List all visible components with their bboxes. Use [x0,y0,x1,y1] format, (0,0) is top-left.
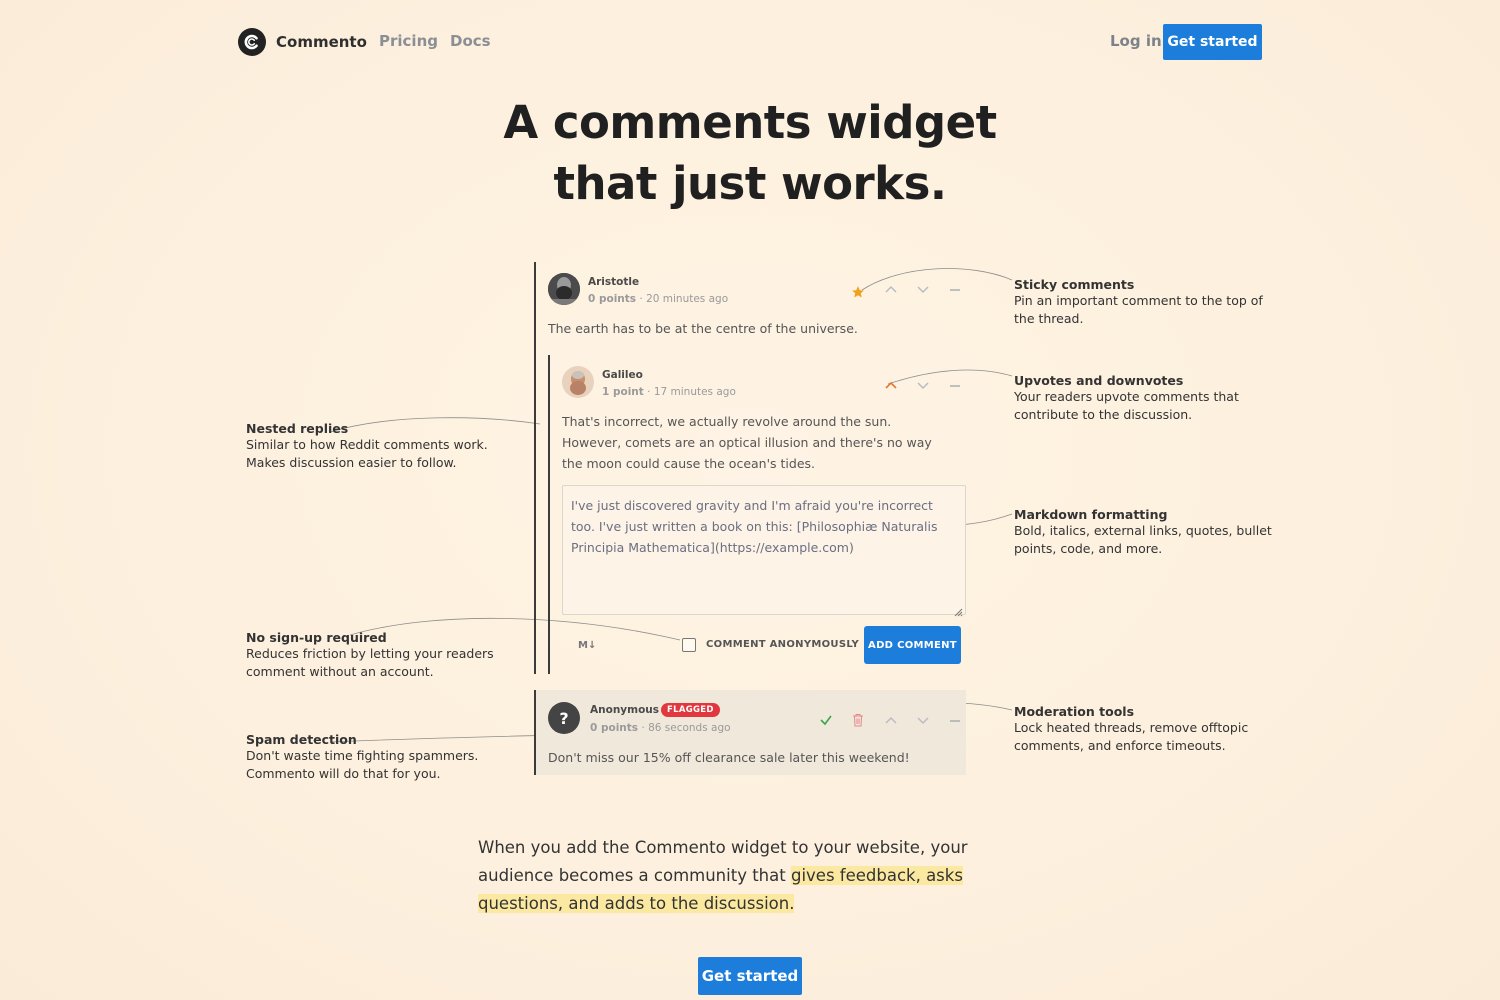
feature-desc-line: Bold, italics, external links, quotes, b… [1014,523,1272,538]
feature-desc-line: Commento will do that for you. [246,766,441,781]
comment-points: 0 points [588,293,637,305]
comment-body: Don't miss our 15% off clearance sale la… [548,750,910,765]
flagged-badge: FLAGGED [661,703,720,717]
anonymous-avatar-icon: ? [548,702,580,734]
feature-desc-line: Lock heated threads, remove offtopic [1014,720,1249,735]
feature-title: Upvotes and downvotes [1014,373,1184,388]
comment-time: 86 seconds ago [648,722,731,734]
login-link[interactable]: Log in [1110,32,1162,50]
nav-link-pricing[interactable]: Pricing [379,32,438,50]
feature-sticky-comments: Sticky comments Pin an important comment… [1014,277,1263,328]
feature-desc-line: comments, and enforce timeouts. [1014,738,1226,753]
feature-spam-detection: Spam detection Don't waste time fighting… [246,732,478,783]
downvote-icon[interactable] [916,712,930,731]
get-started-button[interactable]: Get started [1163,24,1262,60]
comment-author[interactable]: Aristotle [588,276,639,288]
upvote-active-icon[interactable] [884,377,898,396]
feature-desc-line: comment without an account. [246,664,434,679]
meta-separator: · [647,386,654,398]
comment-author[interactable]: Galileo [602,369,643,381]
downvote-icon[interactable] [916,282,930,300]
upvote-icon[interactable] [884,712,898,731]
collapse-icon[interactable] [948,377,962,396]
brand-name: Commento [276,33,367,51]
comment-points: 0 points [590,722,639,734]
hero-line-2: that just works. [553,157,947,210]
thread-line-nested [548,355,550,674]
comment-points: 1 point [602,386,644,398]
bottom-get-started-button[interactable]: Get started [698,957,802,995]
reply-textarea-value[interactable]: I've just discovered gravity and I'm afr… [571,495,957,558]
approve-check-icon[interactable] [819,712,833,731]
add-comment-button[interactable]: ADD COMMENT [864,626,961,664]
sticky-star-icon[interactable] [851,284,865,303]
reply-textarea[interactable]: I've just discovered gravity and I'm afr… [562,485,966,617]
upvote-icon[interactable] [884,282,898,300]
feature-desc-line: Makes discussion easier to follow. [246,455,457,470]
collapse-icon[interactable] [948,282,962,300]
resize-grip-icon[interactable] [953,602,963,617]
feature-votes: Upvotes and downvotes Your readers upvot… [1014,373,1239,424]
feature-title: Moderation tools [1014,704,1135,719]
delete-trash-icon[interactable] [852,712,864,731]
thread-line-root [534,262,536,674]
comment-time: 17 minutes ago [653,386,736,398]
feature-no-signup: No sign-up required Reduces friction by … [246,630,494,681]
feature-moderation: Moderation tools Lock heated threads, re… [1014,704,1248,755]
nav-link-docs[interactable]: Docs [450,32,491,50]
feature-desc-line: points, code, and more. [1014,541,1163,556]
comment-meta: 0 points · 86 seconds ago [590,722,731,734]
feature-markdown: Markdown formatting Bold, italics, exter… [1014,507,1272,558]
feature-desc-line: the thread. [1014,311,1084,326]
feature-title: No sign-up required [246,630,387,645]
feature-desc-line: contribute to the discussion. [1014,407,1193,422]
pitch-paragraph: When you add the Commento widget to your… [478,834,1038,918]
feature-desc-line: Pin an important comment to the top of [1014,293,1263,308]
feature-desc-line: Don't waste time fighting spammers. [246,748,479,763]
thread-line-flagged [534,690,536,775]
feature-title: Spam detection [246,732,357,747]
feature-desc-line: Similar to how Reddit comments work. [246,437,488,452]
feature-title: Sticky comments [1014,277,1135,292]
anonymous-checkbox[interactable] [682,638,696,652]
comment-author[interactable]: Anonymous [590,704,659,716]
comment-meta: 1 point · 17 minutes ago [602,386,736,398]
downvote-icon[interactable] [916,377,930,396]
hero-line-1: A comments widget [503,96,997,149]
brand-logo[interactable]: Commento [238,28,367,56]
anonymous-label[interactable]: COMMENT ANONYMOUSLY [706,639,859,650]
avatar-aristotle [548,273,580,305]
comment-body: The earth has to be at the centre of the… [548,321,858,336]
feature-title: Nested replies [246,421,349,436]
comment-body: That's incorrect, we actually revolve ar… [562,414,932,471]
feature-title: Markdown formatting [1014,507,1168,522]
comment-meta: 0 points · 20 minutes ago [588,293,728,305]
commento-logo-icon [238,28,266,56]
markdown-help-icon[interactable]: M↓ [578,640,596,651]
avatar-galileo [562,366,594,398]
collapse-icon[interactable] [948,712,962,731]
feature-desc-line: Reduces friction by letting your readers [246,646,494,661]
feature-desc-line: Your readers upvote comments that [1014,389,1239,404]
hero-heading: A comments widget that just works. [350,92,1150,214]
comment-time: 20 minutes ago [646,293,729,305]
feature-nested-replies: Nested replies Similar to how Reddit com… [246,421,488,472]
